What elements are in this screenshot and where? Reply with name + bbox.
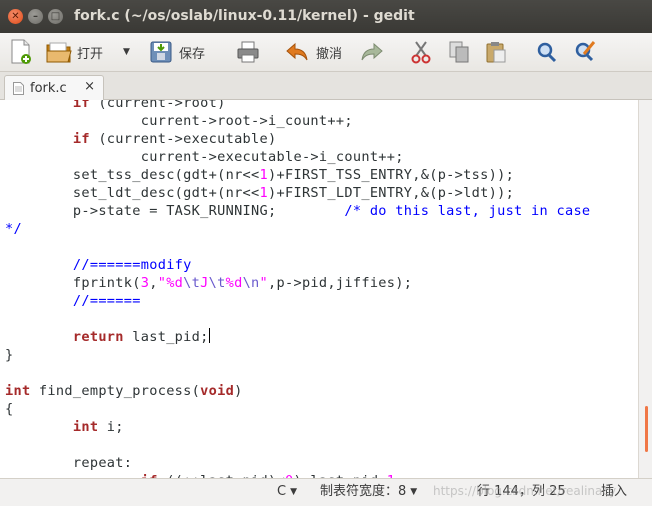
code-line: set_tss_desc(gdt+(nr<<1)+FIRST_TSS_ENTRY… — [72, 167, 515, 183]
code-editor[interactable]: if (current->root) current->root->i_coun… — [0, 100, 638, 478]
open-label: 打开 — [77, 46, 104, 62]
code-line: current->root->i_count++; — [140, 113, 353, 129]
new-document-icon — [11, 39, 31, 64]
save-label: 保存 — [179, 46, 206, 62]
code-line: repeat: — [72, 455, 133, 471]
open-recent-chevron-icon[interactable]: ▼ — [123, 47, 130, 57]
watermark: https://blog.csdn.net/realinacy — [433, 484, 617, 498]
paste-icon — [486, 42, 506, 63]
save-button[interactable]: 保存 — [149, 37, 205, 67]
code-line: int find_empty_process(void) — [5, 383, 243, 399]
tab-close-icon[interactable]: × — [84, 79, 95, 94]
cut-button[interactable] — [410, 37, 432, 67]
tab-label: fork.c — [30, 80, 67, 96]
redo-button[interactable] — [360, 37, 384, 67]
print-icon — [237, 41, 259, 63]
scrollbar-thumb[interactable] — [645, 406, 648, 452]
code-line: //====== — [72, 293, 141, 309]
chevron-down-icon: ▼ — [290, 487, 297, 497]
tab-fork-c[interactable]: fork.c × — [4, 75, 104, 100]
code-line: fprintk(3,"%d\tJ\t%d\n",p->pid,jiffies); — [72, 275, 413, 291]
find-replace-button[interactable] — [574, 37, 598, 67]
code-line: set_ldt_desc(gdt+(nr<<1)+FIRST_LDT_ENTRY… — [72, 185, 515, 201]
code-line: int i; — [72, 419, 124, 435]
code-line: */ — [5, 221, 22, 237]
open-button[interactable]: 打开 ▼ — [46, 37, 130, 67]
copy-button[interactable] — [448, 37, 470, 67]
save-icon — [150, 41, 172, 63]
code-line: current->executable->i_count++; — [5, 149, 404, 165]
new-document-button[interactable] — [10, 37, 32, 67]
language-selector[interactable]: C ▼ — [277, 479, 297, 505]
scissors-icon — [411, 41, 431, 64]
toolbar: 打开 ▼ 保存 撤消 — [0, 33, 652, 72]
paste-button[interactable] — [485, 37, 507, 67]
chevron-down-icon: ▼ — [410, 487, 418, 497]
copy-icon — [449, 41, 469, 63]
code-line: return last_pid; — [72, 328, 210, 345]
tab-width-selector[interactable]: 制表符宽度：8 ▼ — [320, 479, 417, 505]
code-line: if (current->executable) — [72, 131, 277, 147]
text-file-icon — [13, 81, 24, 95]
undo-icon — [286, 42, 308, 61]
undo-label: 撤消 — [316, 46, 343, 62]
print-button[interactable] — [236, 37, 260, 67]
open-folder-icon — [46, 42, 72, 63]
maximize-window-button[interactable]: □ — [48, 9, 63, 24]
vertical-scrollbar[interactable] — [638, 100, 652, 478]
redo-icon — [361, 42, 383, 61]
text-cursor — [208, 328, 210, 343]
undo-button[interactable]: 撤消 — [285, 37, 342, 67]
code-line: } — [5, 347, 14, 363]
code-line: if (current->root) — [72, 100, 226, 111]
code-line: { — [5, 401, 14, 417]
window-titlebar[interactable]: ✕ – □ fork.c (~/os/oslab/linux-0.11/kern… — [0, 0, 652, 33]
document-tabstrip: fork.c × — [0, 72, 652, 100]
window-title: fork.c (~/os/oslab/linux-0.11/kernel) - … — [74, 8, 415, 24]
search-icon — [537, 42, 557, 63]
minimize-window-button[interactable]: – — [28, 9, 43, 24]
find-replace-icon — [575, 41, 596, 62]
code-line: //======modify — [72, 257, 192, 273]
close-window-button[interactable]: ✕ — [8, 9, 23, 24]
code-line: p->state = TASK_RUNNING; /* do this last… — [72, 203, 591, 219]
find-button[interactable] — [536, 37, 558, 67]
